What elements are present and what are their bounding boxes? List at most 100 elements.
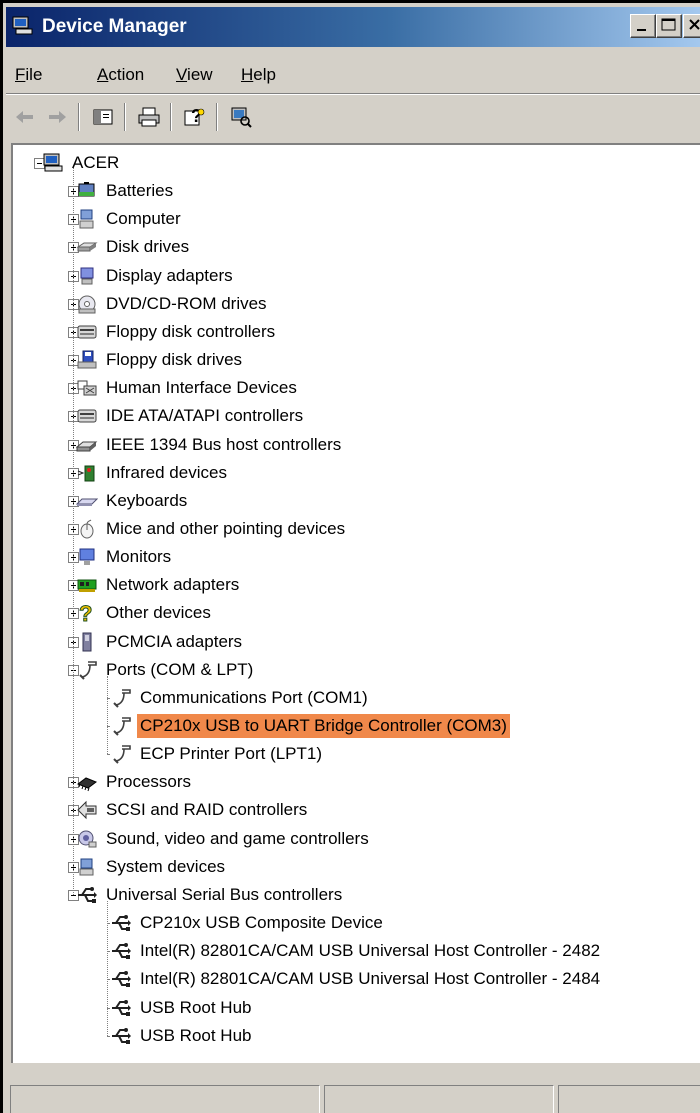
root-computer-icon	[41, 152, 65, 174]
processor-icon	[75, 771, 99, 793]
infrared-icon	[75, 462, 99, 484]
scan-hardware-icon[interactable]	[226, 102, 256, 132]
usb-icon	[109, 1025, 133, 1047]
help-icon[interactable]: ?	[180, 102, 210, 132]
tree-item-intel-r-82801ca-cam-usb-universal-host-controller-2482[interactable]: Intel(R) 82801CA/CAM USB Universal Host …	[109, 938, 603, 964]
tree-item-other-devices[interactable]: ? Other devices	[75, 600, 214, 626]
status-bar	[6, 1077, 700, 1113]
tree-item-label: Human Interface Devices	[106, 378, 297, 398]
tree-item-ports-com-lpt[interactable]: Ports (COM & LPT)	[75, 657, 256, 683]
network-adapter-icon	[75, 574, 99, 596]
tree-item-ecp-printer-port-lpt1[interactable]: ECP Printer Port (LPT1)	[109, 741, 325, 767]
tree-item-label: CP210x USB Composite Device	[140, 913, 383, 933]
port-icon	[109, 743, 133, 765]
dvd-drive-icon	[75, 293, 99, 315]
battery-icon	[75, 180, 99, 202]
tree-item-sound-video-and-game-controllers[interactable]: Sound, video and game controllers	[75, 826, 372, 852]
tree-item-usb-root-hub[interactable]: USB Root Hub	[109, 1023, 255, 1049]
tree-item-label: IDE ATA/ATAPI controllers	[106, 406, 304, 426]
tree-item-label: Other devices	[106, 603, 211, 623]
keyboard-icon	[75, 490, 99, 512]
toolbar-separator	[78, 103, 80, 131]
tree-item-ide-ata-atapi-controllers[interactable]: IDE ATA/ATAPI controllers	[75, 403, 306, 429]
status-panel-3	[558, 1085, 700, 1113]
tree-item-mice-and-other-pointing-devices[interactable]: Mice and other pointing devices	[75, 516, 348, 542]
tree-item-infrared-devices[interactable]: Infrared devices	[75, 460, 230, 486]
tree-item-label: Sound, video and game controllers	[106, 828, 369, 848]
ide-controller-icon	[75, 405, 99, 427]
maximize-button[interactable]	[656, 14, 682, 38]
menu-file[interactable]: File	[15, 65, 42, 85]
tree-item-pcmcia-adapters[interactable]: PCMCIA adapters	[75, 629, 245, 655]
floppy-controller-icon	[75, 321, 99, 343]
usb-icon	[109, 940, 133, 962]
svg-text:?: ?	[79, 602, 92, 624]
tree-item-dvd-cd-rom-drives[interactable]: DVD/CD-ROM drives	[75, 291, 270, 317]
port-icon	[109, 687, 133, 709]
tree-item-computer[interactable]: Computer	[75, 206, 184, 232]
menu-action[interactable]: Action	[97, 65, 144, 85]
tree-item-system-devices[interactable]: System devices	[75, 854, 228, 880]
tree-item-floppy-disk-controllers[interactable]: Floppy disk controllers	[75, 319, 278, 345]
show-hide-console-tree-icon[interactable]	[88, 102, 118, 132]
tree-item-label: Computer	[106, 209, 181, 229]
tree-line	[107, 900, 108, 1036]
toolbar-separator	[170, 103, 172, 131]
device-manager-app-icon	[12, 16, 33, 35]
tree-item-intel-r-82801ca-cam-usb-universal-host-controller-2484[interactable]: Intel(R) 82801CA/CAM USB Universal Host …	[109, 966, 603, 992]
tree-item-monitors[interactable]: Monitors	[75, 544, 174, 570]
pcmcia-icon	[75, 631, 99, 653]
device-tree-panel[interactable]: ACER Batteries Computer Disk drives Display …	[11, 143, 700, 1063]
tree-item-usb-root-hub[interactable]: USB Root Hub	[109, 995, 255, 1021]
menu-separator	[6, 93, 700, 95]
close-button[interactable]	[683, 14, 700, 38]
tree-item-label: IEEE 1394 Bus host controllers	[106, 434, 342, 454]
monitor-icon	[75, 546, 99, 568]
back-icon[interactable]	[10, 102, 40, 132]
tree-item-ieee-1394-bus-host-controllers[interactable]: IEEE 1394 Bus host controllers	[75, 432, 344, 458]
tree-item-communications-port-com1[interactable]: Communications Port (COM1)	[109, 685, 371, 711]
tree-item-label: Universal Serial Bus controllers	[106, 884, 343, 904]
tree-item-processors[interactable]: Processors	[75, 769, 194, 795]
forward-icon[interactable]	[42, 102, 72, 132]
floppy-drive-icon	[75, 349, 99, 371]
ieee1394-icon	[75, 434, 99, 456]
tree-item-acer[interactable]: ACER	[41, 150, 122, 176]
toolbar-separator	[124, 103, 126, 131]
system-device-icon	[75, 856, 99, 878]
port-icon	[75, 659, 99, 681]
tree-item-human-interface-devices[interactable]: Human Interface Devices	[75, 375, 300, 401]
status-panel-1	[10, 1085, 320, 1113]
tree-item-universal-serial-bus-controllers[interactable]: Universal Serial Bus controllers	[75, 882, 345, 908]
scsi-icon	[75, 799, 99, 821]
tree-item-label: PCMCIA adapters	[106, 631, 243, 651]
tree-item-display-adapters[interactable]: Display adapters	[75, 263, 236, 289]
tree-item-label: Mice and other pointing devices	[106, 518, 346, 538]
tree-item-keyboards[interactable]: Keyboards	[75, 488, 190, 514]
tree-item-label: System devices	[106, 856, 226, 876]
tree-item-cp210x-usb-to-uart-bridge-controller-com3[interactable]: CP210x USB to UART Bridge Controller (CO…	[109, 713, 510, 739]
tree-item-network-adapters[interactable]: Network adapters	[75, 572, 242, 598]
print-icon[interactable]	[134, 102, 164, 132]
toolbar-separator	[216, 103, 218, 131]
tree-item-label: SCSI and RAID controllers	[106, 800, 308, 820]
tree-item-label: Monitors	[106, 547, 172, 567]
title-bar[interactable]: Device Manager	[6, 7, 700, 47]
tree-item-label: Disk drives	[106, 237, 190, 257]
menu-help[interactable]: Help	[241, 65, 276, 85]
tree-item-floppy-disk-drives[interactable]: Floppy disk drives	[75, 347, 245, 373]
device-manager-window: Device Manager File Action View Help ? A…	[0, 0, 700, 1113]
minimize-button[interactable]	[630, 14, 656, 38]
tree-item-disk-drives[interactable]: Disk drives	[75, 234, 192, 260]
tree-item-scsi-and-raid-controllers[interactable]: SCSI and RAID controllers	[75, 797, 310, 823]
menu-view[interactable]: View	[176, 65, 213, 85]
tree-item-batteries[interactable]: Batteries	[75, 178, 176, 204]
disk-drive-icon	[75, 236, 99, 258]
display-adapter-icon	[75, 265, 99, 287]
tree-item-cp210x-usb-composite-device[interactable]: CP210x USB Composite Device	[109, 910, 386, 936]
tree-item-label: Floppy disk controllers	[106, 321, 276, 341]
tree-item-label: USB Root Hub	[140, 1025, 252, 1045]
tree-item-label: Ports (COM & LPT)	[106, 659, 254, 679]
computer-icon	[75, 208, 99, 230]
usb-icon	[109, 912, 133, 934]
